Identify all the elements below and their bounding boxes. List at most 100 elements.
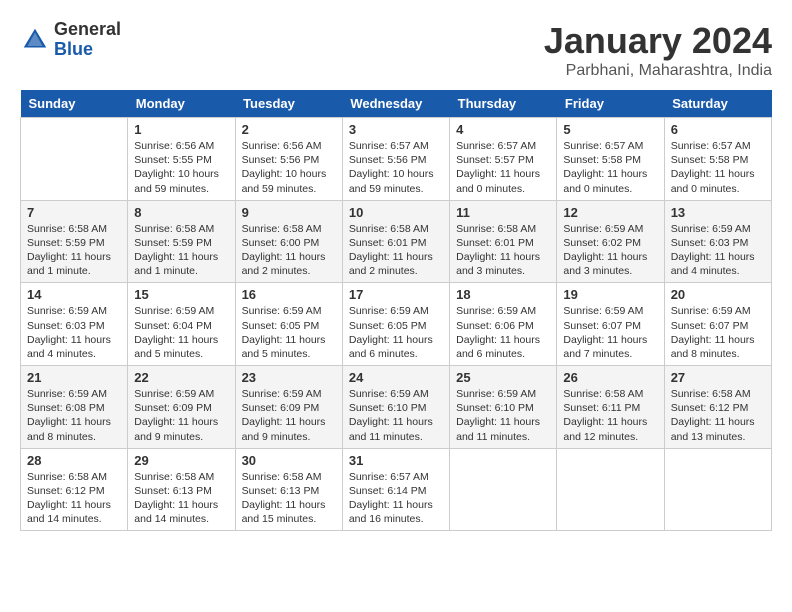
- calendar-cell: 15 Sunrise: 6:59 AM Sunset: 6:04 PM Dayli…: [128, 283, 235, 366]
- day-number: 13: [671, 205, 765, 220]
- day-number: 15: [134, 287, 228, 302]
- day-info: Sunrise: 6:59 AM Sunset: 6:10 PM Dayligh…: [349, 387, 443, 444]
- day-of-week-wednesday: Wednesday: [342, 90, 449, 118]
- day-number: 20: [671, 287, 765, 302]
- calendar-cell: 30 Sunrise: 6:58 AM Sunset: 6:13 PM Dayli…: [235, 448, 342, 531]
- calendar-cell: 28Sunrise: 6:58 AM Sunset: 6:12 PM Dayli…: [21, 448, 128, 531]
- calendar-cell: 25Sunrise: 6:59 AM Sunset: 6:10 PM Dayli…: [450, 366, 557, 449]
- day-number: 29: [134, 453, 228, 468]
- day-info: Sunrise: 6:58 AM Sunset: 5:59 PM Dayligh…: [134, 222, 228, 279]
- calendar-header: SundayMondayTuesdayWednesdayThursdayFrid…: [21, 90, 772, 118]
- day-number: 2: [242, 122, 336, 137]
- week-row-5: 28Sunrise: 6:58 AM Sunset: 6:12 PM Dayli…: [21, 448, 772, 531]
- calendar-table: SundayMondayTuesdayWednesdayThursdayFrid…: [20, 90, 772, 531]
- day-info: Sunrise: 6:59 AM Sunset: 6:05 PM Dayligh…: [349, 304, 443, 361]
- day-info: Sunrise: 6:58 AM Sunset: 6:12 PM Dayligh…: [671, 387, 765, 444]
- calendar-cell: 10Sunrise: 6:58 AM Sunset: 6:01 PM Dayli…: [342, 200, 449, 283]
- day-number: 26: [563, 370, 657, 385]
- calendar-cell: 22 Sunrise: 6:59 AM Sunset: 6:09 PM Dayli…: [128, 366, 235, 449]
- day-number: 28: [27, 453, 121, 468]
- calendar-cell: 21 Sunrise: 6:59 AM Sunset: 6:08 PM Dayli…: [21, 366, 128, 449]
- day-number: 6: [671, 122, 765, 137]
- day-info: Sunrise: 6:58 AM Sunset: 5:59 PM Dayligh…: [27, 222, 121, 279]
- day-number: 3: [349, 122, 443, 137]
- day-of-week-sunday: Sunday: [21, 90, 128, 118]
- day-number: 9: [242, 205, 336, 220]
- calendar-cell: 17 Sunrise: 6:59 AM Sunset: 6:05 PM Dayli…: [342, 283, 449, 366]
- day-number: 24: [349, 370, 443, 385]
- calendar-cell: [557, 448, 664, 531]
- calendar-cell: 9 Sunrise: 6:58 AM Sunset: 6:00 PM Daylig…: [235, 200, 342, 283]
- calendar-body: 1Sunrise: 6:56 AM Sunset: 5:55 PM Daylig…: [21, 118, 772, 531]
- day-info: Sunrise: 6:59 AM Sunset: 6:05 PM Dayligh…: [242, 304, 336, 361]
- day-number: 19: [563, 287, 657, 302]
- calendar-cell: 7 Sunrise: 6:58 AM Sunset: 5:59 PM Daylig…: [21, 200, 128, 283]
- day-number: 22: [134, 370, 228, 385]
- calendar-cell: 8 Sunrise: 6:58 AM Sunset: 5:59 PM Daylig…: [128, 200, 235, 283]
- calendar-cell: 26Sunrise: 6:58 AM Sunset: 6:11 PM Dayli…: [557, 366, 664, 449]
- day-number: 23: [242, 370, 336, 385]
- calendar-title: January 2024: [544, 20, 772, 62]
- day-number: 16: [242, 287, 336, 302]
- calendar-cell: 3Sunrise: 6:57 AM Sunset: 5:56 PM Daylig…: [342, 118, 449, 201]
- calendar-cell: 31Sunrise: 6:57 AM Sunset: 6:14 PM Dayli…: [342, 448, 449, 531]
- day-number: 10: [349, 205, 443, 220]
- page-header: General Blue January 2024 Parbhani, Maha…: [20, 20, 772, 80]
- day-number: 17: [349, 287, 443, 302]
- calendar-subtitle: Parbhani, Maharashtra, India: [544, 62, 772, 80]
- day-info: Sunrise: 6:59 AM Sunset: 6:08 PM Dayligh…: [27, 387, 121, 444]
- week-row-3: 14 Sunrise: 6:59 AM Sunset: 6:03 PM Dayli…: [21, 283, 772, 366]
- calendar-cell: 18Sunrise: 6:59 AM Sunset: 6:06 PM Dayli…: [450, 283, 557, 366]
- day-info: Sunrise: 6:59 AM Sunset: 6:09 PM Dayligh…: [134, 387, 228, 444]
- day-number: 4: [456, 122, 550, 137]
- title-section: January 2024 Parbhani, Maharashtra, Indi…: [544, 20, 772, 80]
- day-number: 8: [134, 205, 228, 220]
- day-info: Sunrise: 6:59 AM Sunset: 6:02 PM Dayligh…: [563, 222, 657, 279]
- calendar-cell: [664, 448, 771, 531]
- calendar-cell: [450, 448, 557, 531]
- day-info: Sunrise: 6:56 AM Sunset: 5:56 PM Dayligh…: [242, 139, 336, 196]
- day-of-week-thursday: Thursday: [450, 90, 557, 118]
- calendar-cell: 29Sunrise: 6:58 AM Sunset: 6:13 PM Dayli…: [128, 448, 235, 531]
- week-row-2: 7 Sunrise: 6:58 AM Sunset: 5:59 PM Daylig…: [21, 200, 772, 283]
- calendar-cell: [21, 118, 128, 201]
- day-of-week-saturday: Saturday: [664, 90, 771, 118]
- day-number: 21: [27, 370, 121, 385]
- logo-general-text: General: [54, 20, 121, 40]
- logo-blue-text: Blue: [54, 40, 121, 60]
- calendar-cell: 12 Sunrise: 6:59 AM Sunset: 6:02 PM Dayli…: [557, 200, 664, 283]
- day-number: 18: [456, 287, 550, 302]
- calendar-cell: 23Sunrise: 6:59 AM Sunset: 6:09 PM Dayli…: [235, 366, 342, 449]
- day-number: 7: [27, 205, 121, 220]
- day-number: 5: [563, 122, 657, 137]
- day-info: Sunrise: 6:59 AM Sunset: 6:10 PM Dayligh…: [456, 387, 550, 444]
- day-info: Sunrise: 6:58 AM Sunset: 6:01 PM Dayligh…: [456, 222, 550, 279]
- calendar-cell: 11Sunrise: 6:58 AM Sunset: 6:01 PM Dayli…: [450, 200, 557, 283]
- day-number: 12: [563, 205, 657, 220]
- calendar-cell: 6Sunrise: 6:57 AM Sunset: 5:58 PM Daylig…: [664, 118, 771, 201]
- day-number: 14: [27, 287, 121, 302]
- day-info: Sunrise: 6:58 AM Sunset: 6:13 PM Dayligh…: [242, 470, 336, 527]
- day-number: 30: [242, 453, 336, 468]
- day-info: Sunrise: 6:56 AM Sunset: 5:55 PM Dayligh…: [134, 139, 228, 196]
- calendar-cell: 1Sunrise: 6:56 AM Sunset: 5:55 PM Daylig…: [128, 118, 235, 201]
- days-of-week-row: SundayMondayTuesdayWednesdayThursdayFrid…: [21, 90, 772, 118]
- calendar-cell: 16 Sunrise: 6:59 AM Sunset: 6:05 PM Dayli…: [235, 283, 342, 366]
- day-info: Sunrise: 6:57 AM Sunset: 5:58 PM Dayligh…: [563, 139, 657, 196]
- day-number: 31: [349, 453, 443, 468]
- day-info: Sunrise: 6:59 AM Sunset: 6:07 PM Dayligh…: [563, 304, 657, 361]
- logo: General Blue: [20, 20, 121, 60]
- logo-text: General Blue: [54, 20, 121, 60]
- day-info: Sunrise: 6:59 AM Sunset: 6:07 PM Dayligh…: [671, 304, 765, 361]
- calendar-cell: 20 Sunrise: 6:59 AM Sunset: 6:07 PM Dayli…: [664, 283, 771, 366]
- day-info: Sunrise: 6:58 AM Sunset: 6:00 PM Dayligh…: [242, 222, 336, 279]
- day-info: Sunrise: 6:59 AM Sunset: 6:04 PM Dayligh…: [134, 304, 228, 361]
- day-of-week-friday: Friday: [557, 90, 664, 118]
- day-info: Sunrise: 6:59 AM Sunset: 6:03 PM Dayligh…: [27, 304, 121, 361]
- day-info: Sunrise: 6:57 AM Sunset: 5:57 PM Dayligh…: [456, 139, 550, 196]
- day-number: 27: [671, 370, 765, 385]
- week-row-1: 1Sunrise: 6:56 AM Sunset: 5:55 PM Daylig…: [21, 118, 772, 201]
- calendar-cell: 14 Sunrise: 6:59 AM Sunset: 6:03 PM Dayli…: [21, 283, 128, 366]
- day-of-week-tuesday: Tuesday: [235, 90, 342, 118]
- week-row-4: 21 Sunrise: 6:59 AM Sunset: 6:08 PM Dayli…: [21, 366, 772, 449]
